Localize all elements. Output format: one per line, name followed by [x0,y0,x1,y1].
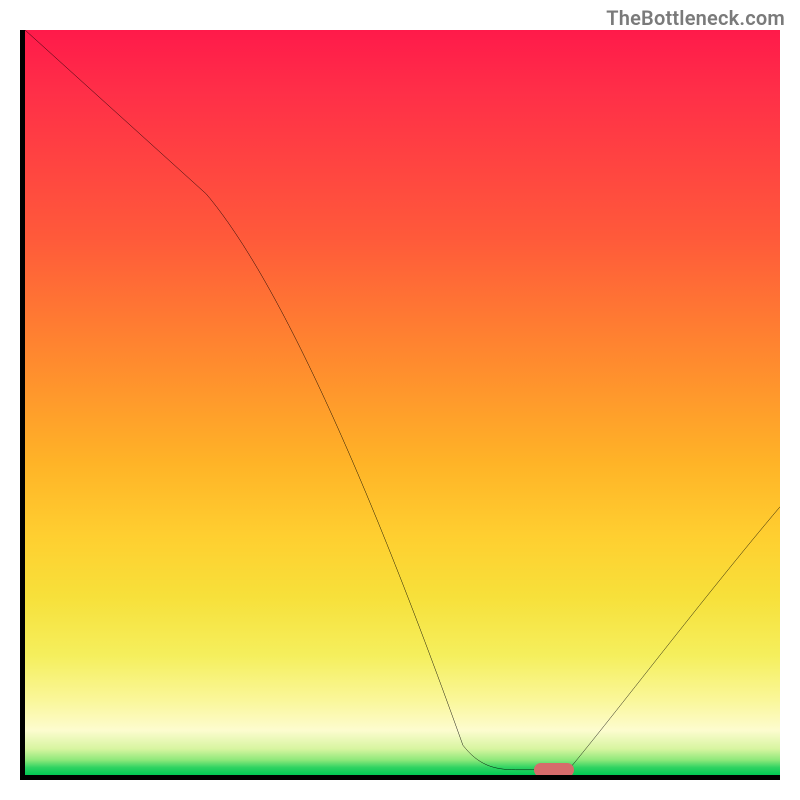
watermark-text: TheBottleneck.com [606,6,785,30]
chart-container: TheBottleneck.com [0,0,800,800]
optimal-point-marker [534,763,574,777]
gradient-background [25,30,780,775]
plot-area [20,30,780,780]
